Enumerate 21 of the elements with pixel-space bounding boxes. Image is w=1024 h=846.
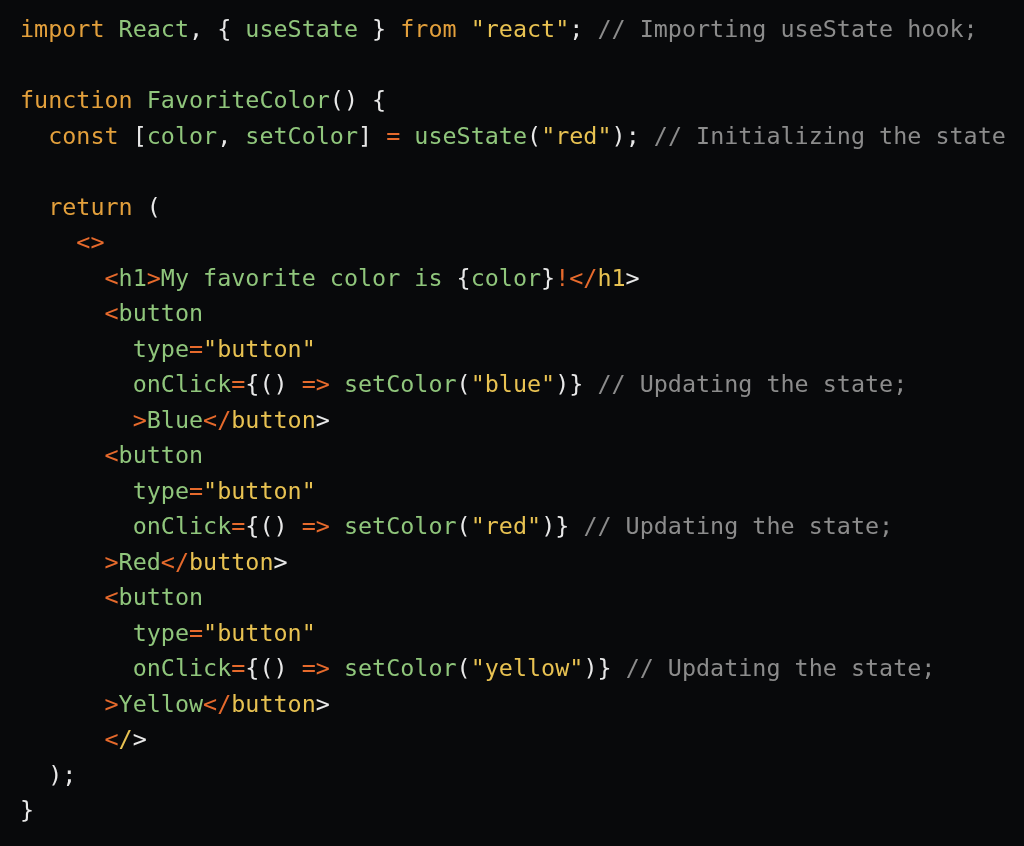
code-line: </> — [103, 724, 148, 755]
code-line: type="button" — [131, 475, 317, 507]
code-line: function FavoriteColor() { — [20, 85, 388, 116]
code-line: <button — [103, 440, 205, 471]
code-line: <> — [75, 227, 106, 258]
code-line: onClick={() => setColor("red")} // Updating the state; — [131, 511, 895, 542]
code-line: >Blue</button> — [131, 404, 331, 436]
code-line: onClick={() => setColor("blue")} // Updating the state; — [131, 369, 909, 400]
code-line: <button — [103, 582, 205, 613]
code-line: <button — [103, 298, 205, 329]
code-line: <h1>My favorite color is {color}!</h1> — [103, 262, 641, 294]
code-line: onClick={() => setColor("yellow")} // Updating the state; — [131, 653, 937, 684]
code-line: type="button" — [131, 617, 317, 649]
code-line: type="button" — [131, 333, 317, 365]
code-line: >Red</button> — [103, 546, 289, 578]
code-line: } — [20, 795, 36, 826]
code-line: ); — [47, 759, 78, 791]
code-line: import React, { useState } from "react"; // Importing useState hook; — [20, 14, 979, 45]
code-line: >Yellow</button> — [103, 688, 331, 720]
code-line: return ( — [47, 191, 162, 223]
code-line: const [color, setColor] = useState("red"); // Initializing the state — [47, 120, 1007, 152]
